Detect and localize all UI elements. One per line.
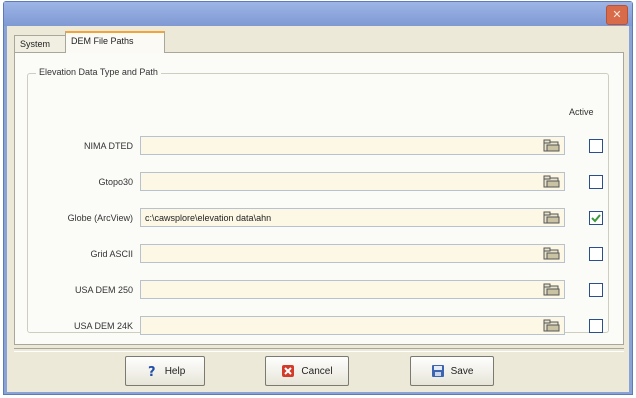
row-label-gtopo30: Gtopo30 bbox=[98, 177, 133, 187]
help-button[interactable]: ? Help bbox=[125, 356, 205, 386]
checkmark-icon bbox=[591, 214, 601, 223]
folder-browse-icon[interactable] bbox=[543, 318, 561, 333]
folder-browse-icon[interactable] bbox=[543, 174, 561, 189]
row-label-grid-ascii: Grid ASCII bbox=[90, 249, 133, 259]
tab-system[interactable]: System bbox=[14, 35, 66, 52]
cancel-button-label: Cancel bbox=[301, 365, 333, 377]
help-button-label: Help bbox=[164, 365, 186, 377]
active-column-header: Active bbox=[569, 107, 594, 117]
dialog-window: ✕ System DEM File Paths Elevation Data T… bbox=[3, 1, 633, 395]
group-title: Elevation Data Type and Path bbox=[36, 67, 161, 77]
svg-text:?: ? bbox=[148, 365, 156, 378]
globe-arcview-path-input[interactable] bbox=[140, 208, 565, 227]
nima-dted-active-checkbox[interactable] bbox=[589, 139, 603, 153]
dialog-client-area: System DEM File Paths Elevation Data Typ… bbox=[7, 26, 629, 392]
question-icon: ? bbox=[148, 365, 156, 378]
save-button[interactable]: Save bbox=[410, 356, 494, 386]
gtopo30-active-checkbox[interactable] bbox=[589, 175, 603, 189]
folder-browse-icon[interactable] bbox=[543, 246, 561, 261]
usa-dem-24k-path-input[interactable] bbox=[140, 316, 565, 335]
save-button-label: Save bbox=[450, 365, 474, 377]
row-label-globe-arcview: Globe (ArcView) bbox=[67, 213, 133, 223]
folder-browse-icon[interactable] bbox=[543, 138, 561, 153]
grid-ascii-path-input[interactable] bbox=[140, 244, 565, 263]
row-label-nima-dted: NIMA DTED bbox=[83, 141, 133, 151]
button-separator bbox=[14, 348, 624, 352]
title-bar[interactable]: ✕ bbox=[4, 2, 632, 26]
cancel-x-icon bbox=[282, 365, 295, 377]
close-icon: ✕ bbox=[612, 8, 622, 21]
usa-dem-250-active-checkbox[interactable] bbox=[589, 283, 603, 297]
folder-browse-icon[interactable] bbox=[543, 210, 561, 225]
tab-dem-file-paths[interactable]: DEM File Paths bbox=[65, 31, 165, 53]
usa-dem-250-path-input[interactable] bbox=[140, 280, 565, 299]
cancel-button[interactable]: Cancel bbox=[265, 356, 349, 386]
dem-file-paths-page: Elevation Data Type and Path Active NIMA… bbox=[14, 52, 624, 345]
row-label-usa-dem-24k: USA DEM 24K bbox=[73, 321, 133, 331]
row-label-usa-dem-250: USA DEM 250 bbox=[74, 285, 133, 295]
save-disk-icon bbox=[431, 365, 444, 377]
folder-browse-icon[interactable] bbox=[543, 282, 561, 297]
gtopo30-path-input[interactable] bbox=[140, 172, 565, 191]
grid-ascii-active-checkbox[interactable] bbox=[589, 247, 603, 261]
nima-dted-path-input[interactable] bbox=[140, 136, 565, 155]
usa-dem-24k-active-checkbox[interactable] bbox=[589, 319, 603, 333]
globe-arcview-active-checkbox[interactable] bbox=[589, 211, 603, 225]
close-button[interactable]: ✕ bbox=[606, 5, 628, 25]
